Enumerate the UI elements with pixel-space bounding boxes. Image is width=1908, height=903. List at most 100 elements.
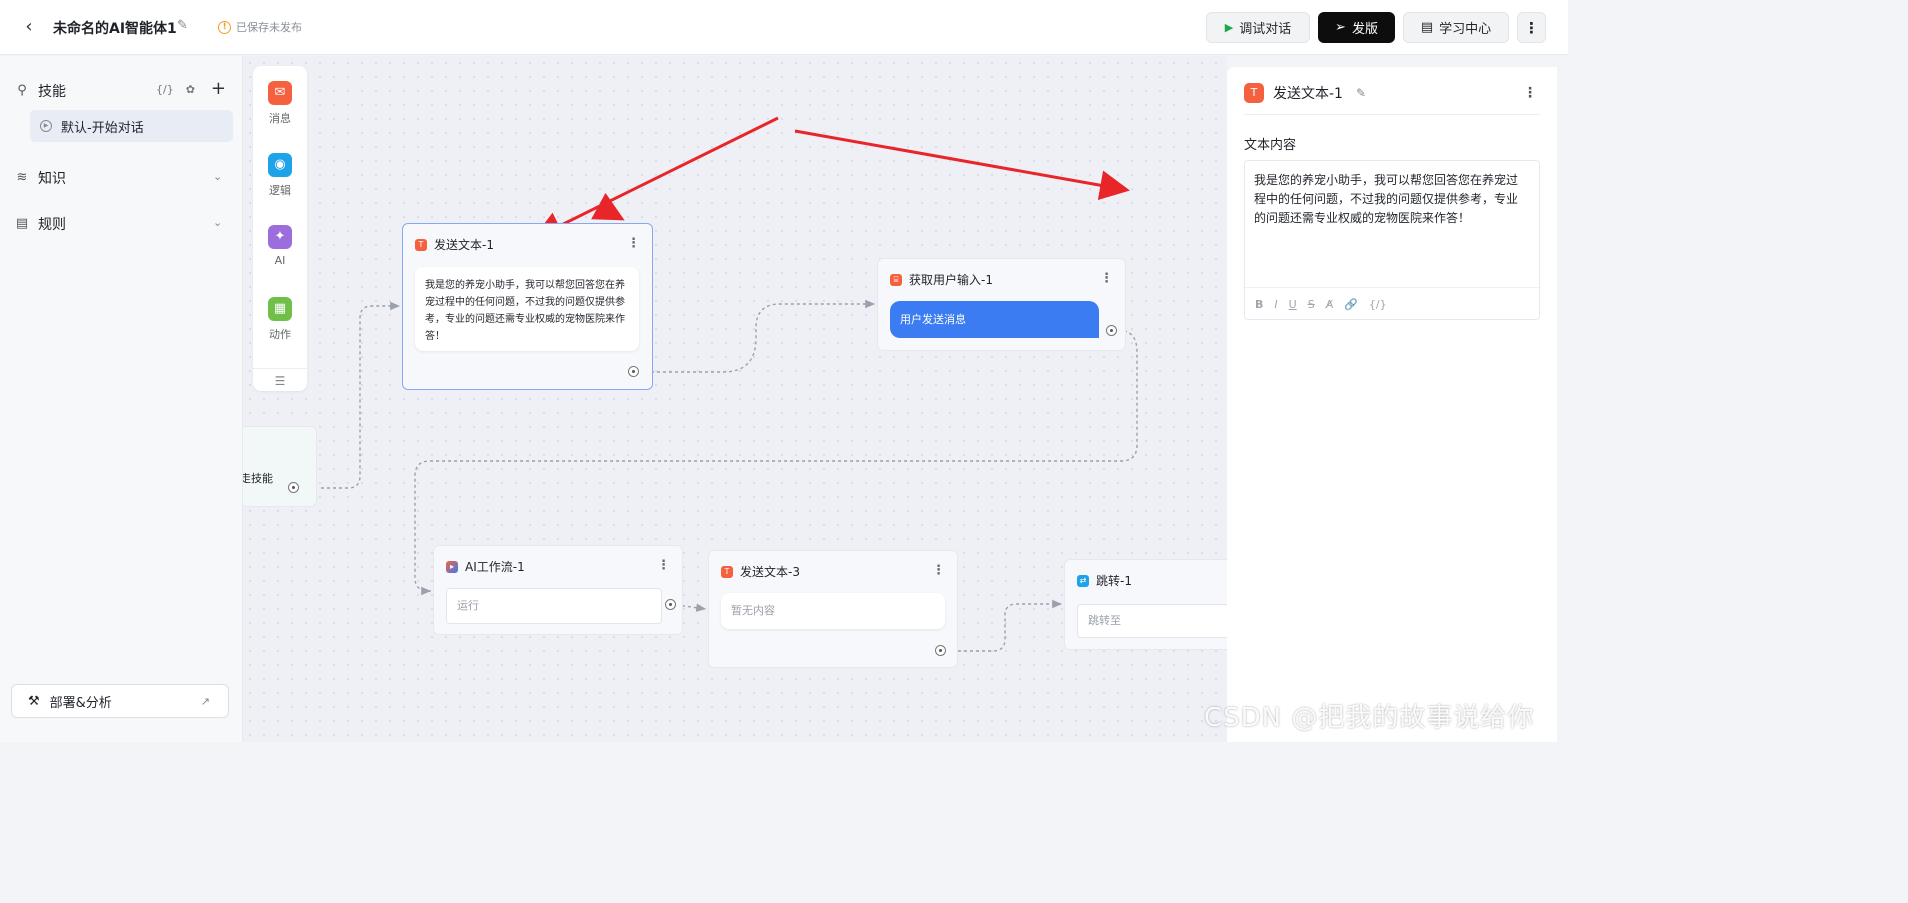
node-ai-workflow-1[interactable]: ▸ AI工作流-1 ⋮ 运行 — [433, 545, 683, 635]
palette-item-message[interactable]: ✉ 消息 — [253, 81, 307, 126]
italic-icon[interactable]: I — [1274, 298, 1277, 311]
node-label: 走技能 — [243, 472, 273, 485]
editor-text[interactable]: 我是您的养宠小助手，我可以帮您回答您在养宠过程中的任何问题，不过我的问题仅提供参… — [1254, 171, 1524, 228]
arrow-up-right-icon: ↗ — [200, 694, 210, 708]
node-title: AI工作流-1 — [465, 560, 525, 574]
node-get-user-input-1[interactable]: ⌸ 获取用户输入-1 ⋮ 用户发送消息 — [877, 258, 1126, 351]
palette-item-label: AI — [274, 254, 286, 267]
top-bar: ‹ 未命名的AI智能体1 ✎ ! 已保存未发布 ▶ 调试对话 ➢ 发版 ▤ 学习… — [0, 0, 1568, 55]
play-icon: ▶ — [1224, 21, 1234, 34]
node-more-icon[interactable]: ⋮ — [627, 236, 640, 251]
debug-chat-button[interactable]: ▶ 调试对话 — [1206, 12, 1310, 43]
bold-icon[interactable]: B — [1255, 298, 1263, 311]
jump-target-field[interactable]: 跳转至 — [1077, 604, 1227, 638]
annotation-arrow-left — [532, 116, 779, 240]
node-title: 发送文本-1 — [434, 238, 494, 252]
edge-skill-to-send1 — [321, 301, 400, 489]
node-header: ▸ AI工作流-1 — [446, 558, 525, 575]
variable-icon[interactable]: {/} — [156, 83, 174, 96]
save-status-text: 已保存未发布 — [236, 21, 302, 34]
text-content-editor[interactable]: 我是您的养宠小助手，我可以帮您回答您在养宠过程中的任何问题，不过我的问题仅提供参… — [1244, 160, 1540, 320]
node-title: 获取用户输入-1 — [909, 273, 993, 287]
book-icon: ▤ — [1420, 20, 1434, 35]
save-status: ! 已保存未发布 — [218, 19, 302, 35]
edit-name-icon[interactable]: ✎ — [1356, 86, 1366, 100]
output-port[interactable] — [1106, 325, 1117, 336]
document-icon: ▤ — [15, 216, 29, 231]
edge-send3-to-jump — [946, 599, 1062, 652]
editor-toolbar: B I U S A̸ 🔗 {/} — [1245, 287, 1539, 320]
node-send-text-3[interactable]: T 发送文本-3 ⋮ 暂无内容 — [708, 550, 958, 668]
node-more-icon[interactable]: ⋮ — [932, 563, 945, 578]
warning-icon: ! — [218, 20, 231, 34]
edit-title-icon[interactable]: ✎ — [177, 18, 188, 33]
plugin-icon[interactable]: ✿ — [186, 83, 195, 96]
skill-tools: {/} ✿ + — [156, 80, 226, 98]
panel-header: T 发送文本-1 ✎ — [1244, 83, 1366, 103]
underline-icon[interactable]: U — [1289, 298, 1297, 311]
skills-label: 技能 — [38, 84, 66, 100]
edge-send1-to-getinput — [639, 299, 875, 373]
rules-section-header[interactable]: ▤ 规则 — [14, 214, 66, 234]
palette-item-label: 逻辑 — [269, 184, 291, 197]
ai-icon: ✦ — [268, 225, 292, 249]
rules-label: 规则 — [38, 217, 66, 233]
link-icon[interactable]: 🔗 — [1344, 298, 1358, 311]
knowledge-section-header[interactable]: ≋ 知识 — [14, 168, 66, 188]
output-port[interactable] — [628, 366, 639, 377]
layers-icon: ≋ — [16, 170, 28, 185]
message-icon: ✉ — [268, 81, 292, 105]
output-port[interactable] — [935, 645, 946, 656]
flow-canvas[interactable]: ✉ 消息 ◉ 逻辑 ✦ AI ▦ 动作 ☰ 走技能 T 发送文本-1 ⋮ 我是您… — [243, 56, 1227, 742]
learning-center-label: 学习中心 — [1439, 22, 1492, 37]
node-more-icon[interactable]: ⋮ — [1100, 271, 1113, 286]
node-send-text-1[interactable]: T 发送文本-1 ⋮ 我是您的养宠小助手，我可以帮您回答您在养宠过程中的任何问题… — [402, 223, 653, 390]
palette-item-action[interactable]: ▦ 动作 — [253, 297, 307, 342]
palette-item-label: 动作 — [269, 328, 291, 341]
chevron-down-icon[interactable]: ⌄ — [213, 170, 222, 183]
watermark: CSDN @把我的故事说给你 — [1204, 703, 1535, 733]
variable-icon[interactable]: {/} — [1369, 298, 1387, 311]
text-icon: T — [1244, 83, 1264, 103]
node-header: ⇄ 跳转-1 — [1077, 572, 1132, 589]
node-skill-start[interactable]: 走技能 — [243, 426, 317, 507]
palette-item-logic[interactable]: ◉ 逻辑 — [253, 153, 307, 198]
text-icon: T — [415, 238, 427, 251]
chevron-down-icon[interactable]: ⌄ — [213, 216, 222, 229]
knowledge-label: 知识 — [38, 171, 66, 187]
left-sidebar: ⚲ 技能 {/} ✿ + ▶ 默认-开始对话 ≋ 知识 ⌄ ▤ 规则 ⌄ ⚒ 部… — [0, 56, 243, 742]
node-jump-1[interactable]: ⇄ 跳转-1 跳转至 — [1064, 559, 1227, 650]
annotation-arrow-small — [591, 192, 625, 221]
logic-icon: ◉ — [268, 153, 292, 177]
run-field[interactable]: 运行 — [446, 588, 662, 624]
panel-title: 发送文本-1 — [1273, 86, 1343, 102]
skills-section-header[interactable]: ⚲ 技能 — [14, 81, 66, 101]
back-arrow-icon[interactable]: ‹ — [18, 16, 40, 38]
palette-item-ai[interactable]: ✦ AI — [253, 225, 307, 267]
node-more-icon[interactable]: ⋮ — [657, 558, 670, 573]
learning-center-button[interactable]: ▤ 学习中心 — [1403, 12, 1509, 43]
strikethrough-icon[interactable]: S — [1308, 298, 1315, 311]
jump-icon: ⇄ — [1077, 574, 1089, 587]
output-port[interactable] — [288, 482, 299, 493]
magic-wand-icon: ⚒ — [28, 693, 40, 709]
sidebar-item-label: 默认-开始对话 — [61, 120, 144, 136]
node-header: T 发送文本-3 — [721, 563, 800, 580]
sidebar-item-default-start[interactable]: ▶ 默认-开始对话 — [30, 110, 233, 142]
annotation-arrow-right — [794, 129, 1130, 201]
output-port[interactable] — [665, 599, 676, 610]
more-menu-button[interactable]: ⋮ — [1517, 12, 1546, 43]
user-message-pill: 用户发送消息 — [890, 301, 1099, 338]
publish-button[interactable]: ➢ 发版 — [1318, 12, 1395, 43]
panel-more-icon[interactable]: ⋮ — [1523, 85, 1537, 101]
text-icon: T — [721, 565, 733, 578]
deploy-analysis-label: 部署&分析 — [49, 695, 112, 711]
ai-workflow-icon: ▸ — [446, 560, 458, 573]
deploy-analysis-button[interactable]: ⚒ 部署&分析 ↗ — [11, 684, 229, 718]
message-bubble: 我是您的养宠小助手，我可以帮您回答您在养宠过程中的任何问题，不过我的问题仅提供参… — [415, 267, 639, 351]
clear-format-icon[interactable]: A̸ — [1326, 298, 1334, 311]
add-skill-icon[interactable]: + — [211, 80, 226, 98]
collapse-palette-icon[interactable]: ☰ — [253, 368, 307, 388]
skill-icon: ⚲ — [17, 83, 27, 98]
node-title: 跳转-1 — [1096, 574, 1132, 588]
